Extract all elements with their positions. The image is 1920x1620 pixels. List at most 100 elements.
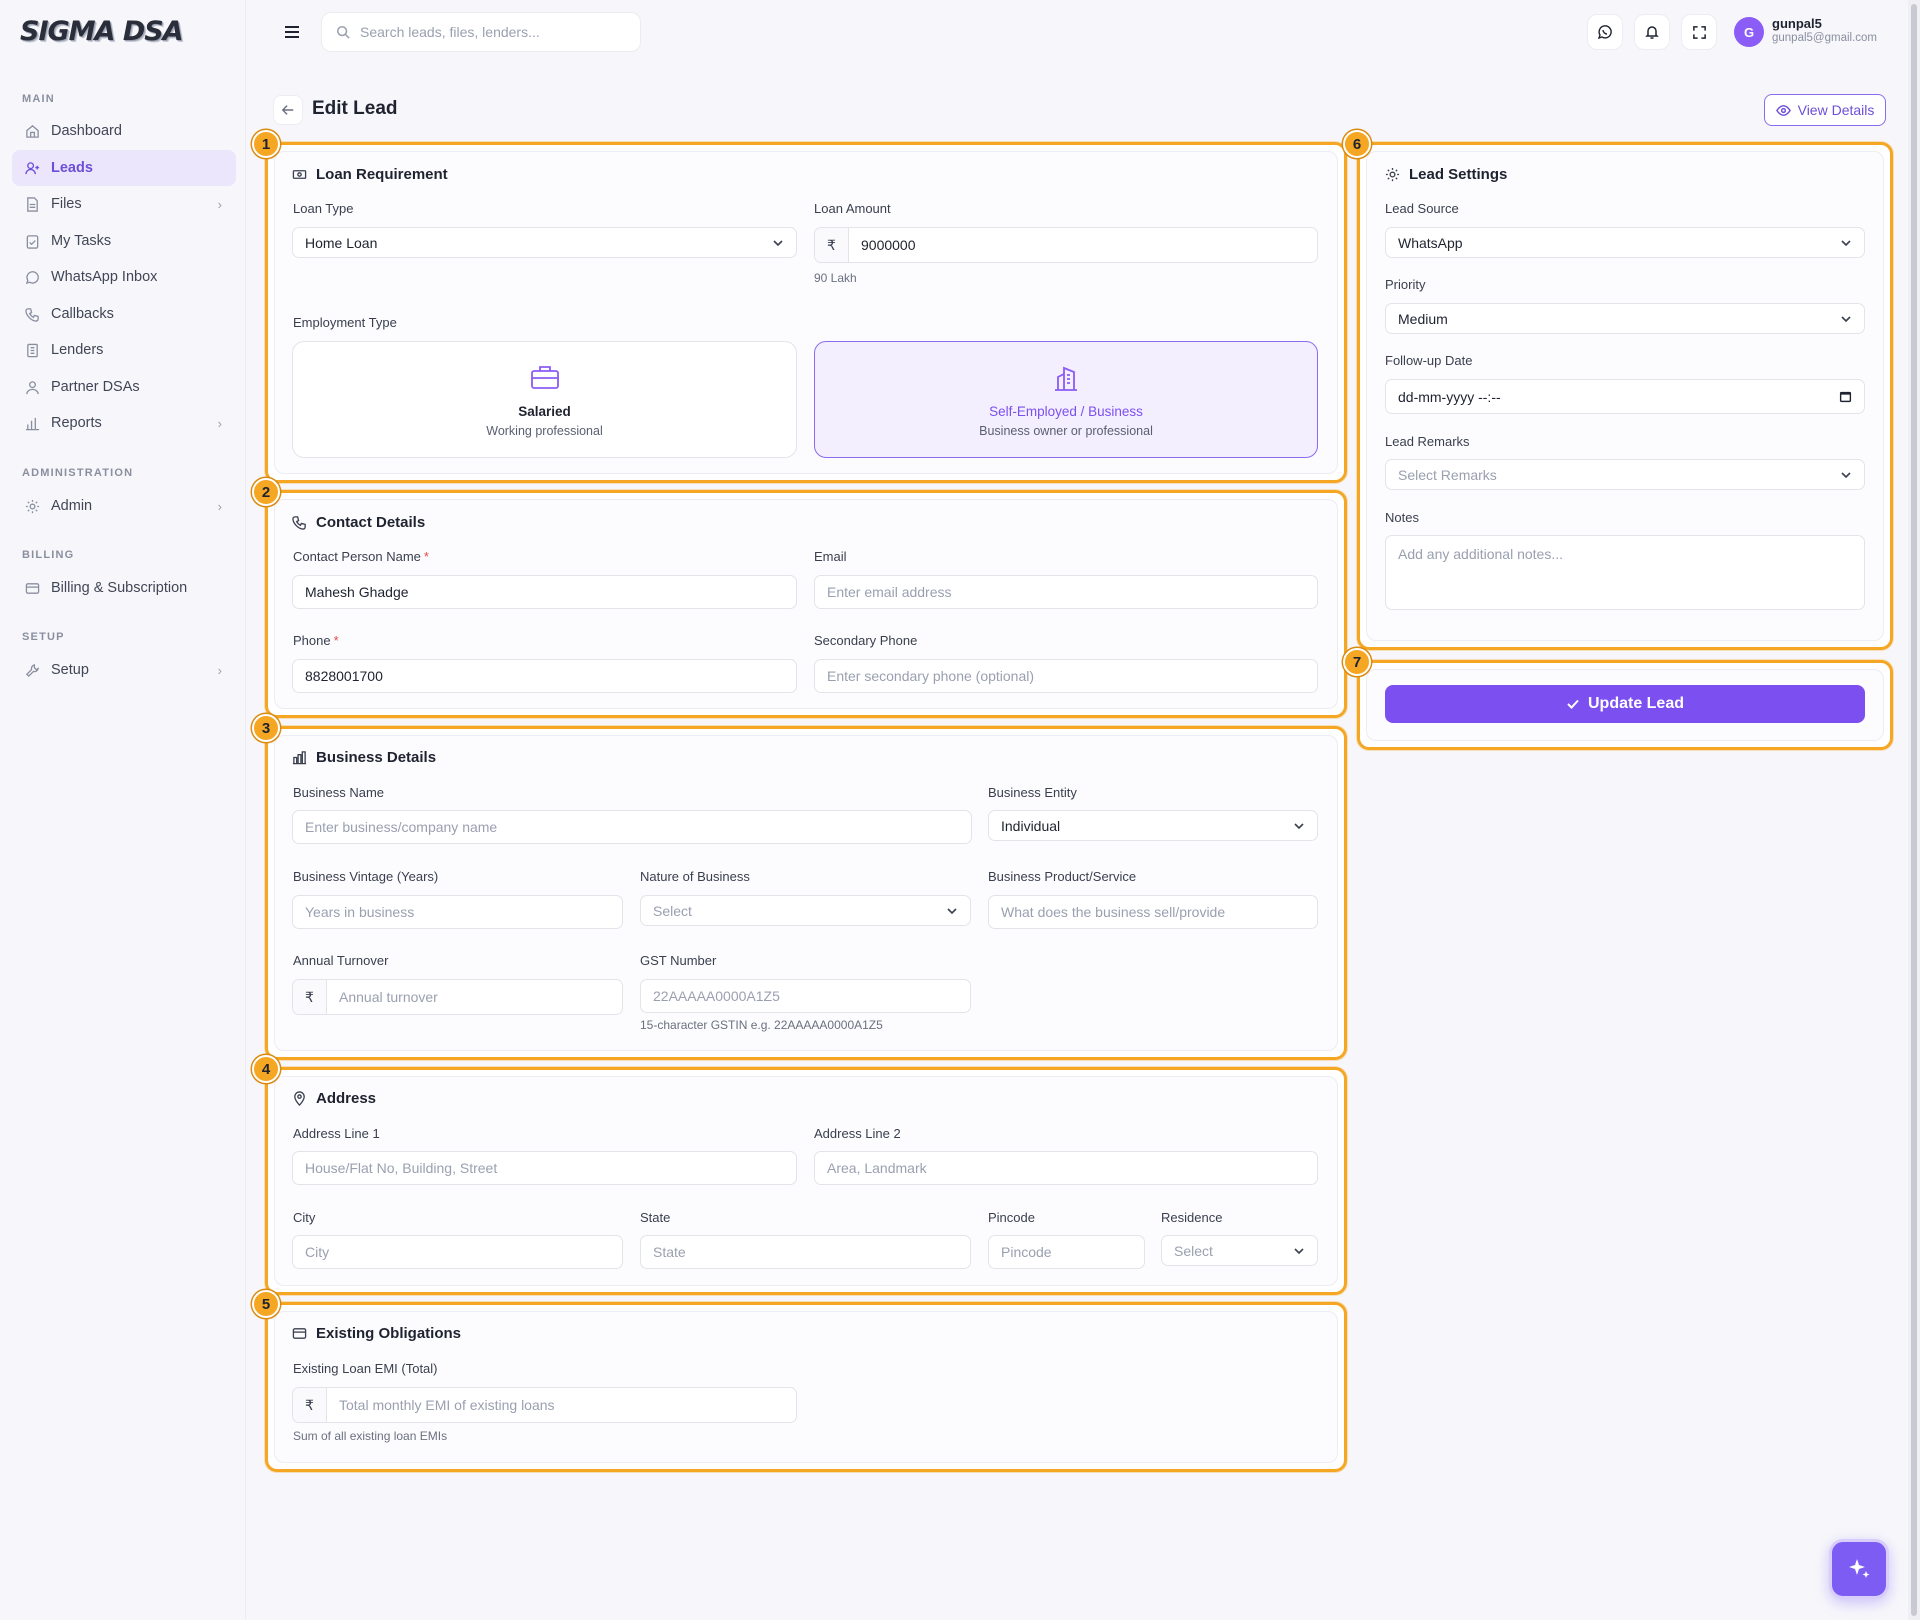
address-line1-label: Address Line 1 <box>293 1126 380 1141</box>
nav-section-billing: BILLING <box>22 549 75 561</box>
sidebar-item-reports[interactable]: Reports › <box>12 405 236 441</box>
annual-turnover-input[interactable]: ₹ Annual turnover <box>292 979 623 1015</box>
app-logo[interactable]: SIGMA DSA <box>20 14 184 48</box>
rupee-icon: ₹ <box>293 980 327 1014</box>
sidebar-item-setup[interactable]: Setup › <box>12 652 236 688</box>
fullscreen-button[interactable] <box>1681 14 1717 50</box>
page-title: Edit Lead <box>312 98 398 119</box>
contact-name-input[interactable]: Mahesh Ghadge <box>292 575 797 609</box>
sidebar-item-files[interactable]: Files › <box>12 186 236 222</box>
sidebar-item-label: Leads <box>51 160 93 176</box>
sidebar-item-lenders[interactable]: Lenders <box>12 332 236 368</box>
page-scrollbar[interactable] <box>1908 0 1920 1620</box>
loan-amount-label: Loan Amount <box>814 201 891 216</box>
notifications-button[interactable] <box>1634 14 1670 50</box>
loan-type-select[interactable]: Home Loan <box>292 227 797 258</box>
nature-of-business-label: Nature of Business <box>640 869 750 884</box>
file-icon <box>24 196 40 212</box>
business-name-input[interactable]: Enter business/company name <box>292 810 972 844</box>
sidebar-item-whatsapp-inbox[interactable]: WhatsApp Inbox <box>12 259 236 295</box>
business-product-input[interactable]: What does the business sell/provide <box>988 895 1318 929</box>
search-icon <box>336 25 350 39</box>
business-vintage-input[interactable]: Years in business <box>292 895 623 929</box>
search-input[interactable] <box>360 24 610 40</box>
loan-amount-input[interactable]: ₹ 9000000 <box>814 227 1318 263</box>
section-title-text: Existing Obligations <box>316 1325 462 1342</box>
employment-option-salaried[interactable]: Salaried Working professional <box>292 341 797 458</box>
business-entity-select[interactable]: Individual <box>988 810 1318 841</box>
sidebar-item-my-tasks[interactable]: My Tasks <box>12 223 236 259</box>
back-button[interactable] <box>273 95 303 125</box>
employment-option-self-employed[interactable]: Self-Employed / Business Business owner … <box>814 341 1318 458</box>
option-title: Salaried <box>518 404 571 419</box>
whatsapp-icon <box>1597 25 1612 40</box>
sidebar-item-billing[interactable]: Billing & Subscription <box>12 570 236 606</box>
address-line1-input[interactable]: House/Flat No, Building, Street <box>292 1151 797 1185</box>
calendar-icon[interactable] <box>1839 390 1852 403</box>
address-line2-label: Address Line 2 <box>814 1126 901 1141</box>
existing-emi-input[interactable]: ₹ Total monthly EMI of existing loans <box>292 1387 797 1423</box>
state-label: State <box>640 1210 671 1225</box>
follow-up-date-label: Follow-up Date <box>1385 353 1473 368</box>
chevron-right-icon: › <box>217 662 222 678</box>
sidebar-item-partner-dsas[interactable]: Partner DSAs <box>12 369 236 405</box>
global-search[interactable] <box>321 12 641 52</box>
select-placeholder: Select <box>653 902 692 919</box>
sidebar-item-callbacks[interactable]: Callbacks <box>12 296 236 332</box>
address-line2-input[interactable]: Area, Landmark <box>814 1151 1318 1185</box>
sidebar-item-leads[interactable]: Leads <box>12 150 236 186</box>
chevron-down-icon <box>1840 237 1852 249</box>
nature-of-business-select[interactable]: Select <box>640 895 971 926</box>
chevron-right-icon: › <box>217 196 222 212</box>
sidebar-item-admin[interactable]: Admin › <box>12 488 236 524</box>
secondary-phone-input[interactable]: Enter secondary phone (optional) <box>814 659 1318 693</box>
priority-select[interactable]: Medium <box>1385 303 1865 334</box>
sidebar-item-dashboard[interactable]: Dashboard <box>12 113 236 149</box>
required-mark: * <box>423 549 429 564</box>
whatsapp-button[interactable] <box>1587 14 1623 50</box>
sidebar-item-label: My Tasks <box>51 233 112 249</box>
sidebar-item-label: Partner DSAs <box>51 379 140 395</box>
residence-select[interactable]: Select <box>1161 1235 1318 1266</box>
phone-label: Phone * <box>293 633 339 648</box>
gst-hint: 15-character GSTIN e.g. 22AAAAA0000A1Z5 <box>640 1018 883 1032</box>
email-field[interactable]: Enter email address <box>814 575 1318 609</box>
chevron-down-icon <box>1293 820 1305 832</box>
ai-assistant-button[interactable] <box>1829 1539 1889 1599</box>
business-product-label: Business Product/Service <box>988 869 1137 884</box>
rupee-icon: ₹ <box>293 1388 327 1422</box>
user-plus-icon <box>24 160 40 176</box>
lead-source-select[interactable]: WhatsApp <box>1385 227 1865 258</box>
city-input[interactable]: City <box>292 1235 623 1269</box>
gst-number-label: GST Number <box>640 953 717 968</box>
home-icon <box>24 123 40 139</box>
bar-chart-icon <box>24 415 40 431</box>
gst-number-input[interactable]: 22AAAAA0000A1Z5 <box>640 979 971 1013</box>
avatar[interactable]: G <box>1734 17 1764 47</box>
briefcase-icon <box>530 364 560 393</box>
chevron-right-icon: › <box>217 498 222 514</box>
user-name[interactable]: gunpal5 <box>1772 16 1822 31</box>
sidebar-item-label: WhatsApp Inbox <box>51 269 158 285</box>
update-lead-button[interactable]: Update Lead <box>1385 685 1865 723</box>
lead-remarks-select[interactable]: Select Remarks <box>1385 459 1865 490</box>
notes-textarea[interactable]: Add any additional notes... <box>1385 535 1865 610</box>
follow-up-date-input[interactable]: dd-mm-yyyy --:-- <box>1385 379 1865 414</box>
eye-icon <box>1775 103 1791 118</box>
nav-section-setup: SETUP <box>22 631 65 643</box>
label-text: Phone <box>293 633 331 648</box>
label-text: Contact Person Name <box>293 549 421 564</box>
menu-toggle-button[interactable] <box>276 16 308 48</box>
chevron-down-icon <box>946 905 958 917</box>
nav-section-main: MAIN <box>22 93 55 105</box>
scrollbar-thumb[interactable] <box>1911 4 1917 1616</box>
address-title: Address <box>292 1090 376 1107</box>
state-input[interactable]: State <box>640 1235 971 1269</box>
phone-input[interactable]: 8828001700 <box>292 659 797 693</box>
user-email: gunpal5@gmail.com <box>1772 32 1878 44</box>
employment-type-label: Employment Type <box>293 315 397 330</box>
pincode-input[interactable]: Pincode <box>988 1235 1145 1269</box>
nav-section-administration: ADMINISTRATION <box>22 467 134 479</box>
view-details-button[interactable]: View Details <box>1764 94 1886 126</box>
section-badge-6: 6 <box>1343 130 1371 158</box>
